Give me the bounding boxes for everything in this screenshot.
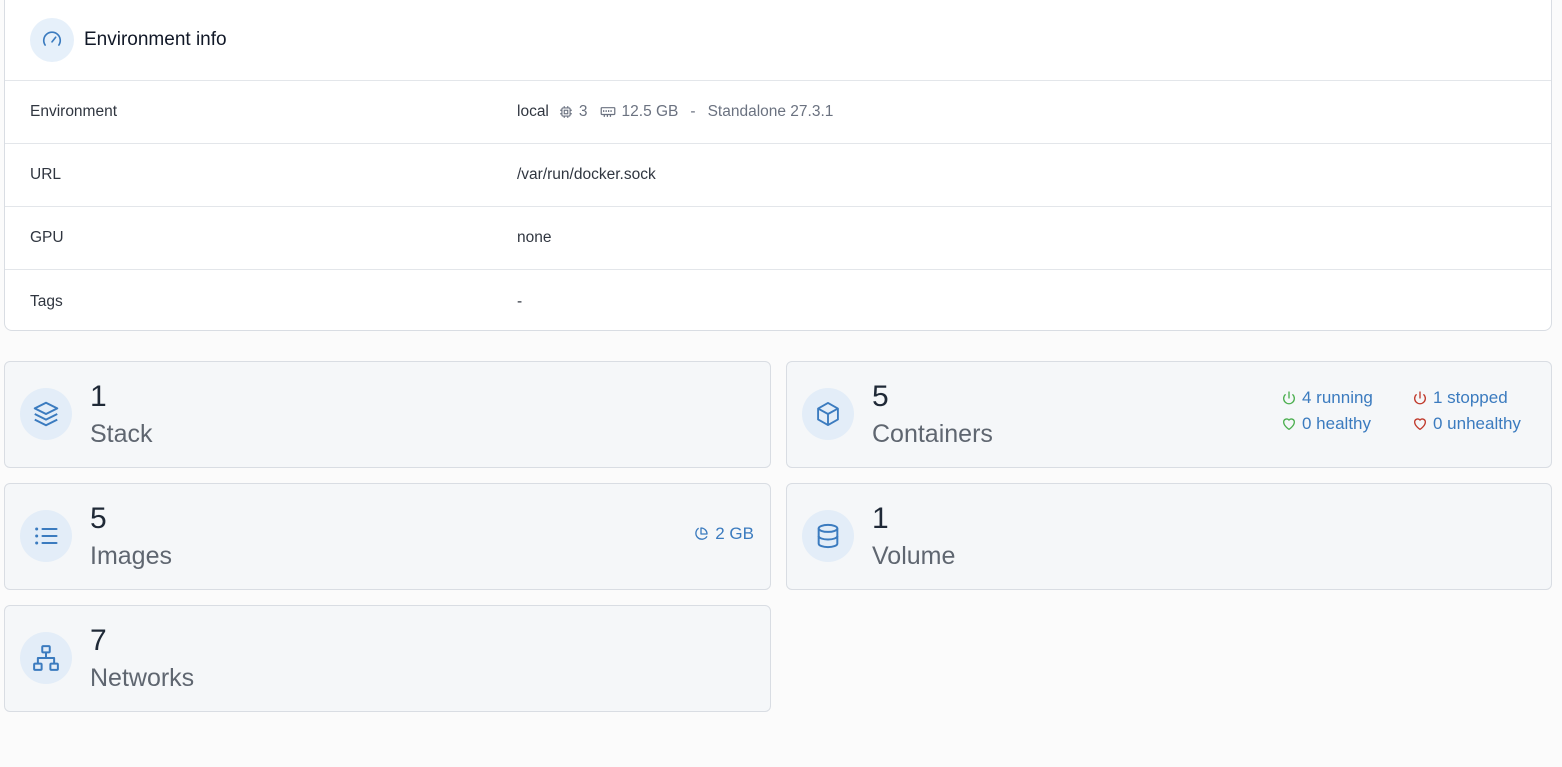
running-status: 4 running xyxy=(1281,388,1412,408)
environment-row: Environment local 3 12.5 GB - Standalone… xyxy=(5,81,1551,144)
database-icon xyxy=(802,510,854,562)
stack-count: 1 xyxy=(90,380,107,413)
stopped-status: 1 stopped xyxy=(1412,388,1542,408)
environment-separator: - xyxy=(690,103,696,120)
healthy-count: 0 healthy xyxy=(1302,414,1371,433)
stack-label: Stack xyxy=(90,420,153,448)
engine-version: Standalone 27.3.1 xyxy=(707,103,834,120)
gpu-value: none xyxy=(517,229,552,246)
box-icon xyxy=(802,388,854,440)
environment-info-header: Environment info xyxy=(5,0,1551,81)
cpu-icon xyxy=(559,105,573,119)
heart-unhealthy-icon xyxy=(1412,416,1428,432)
power-running-icon xyxy=(1281,390,1297,406)
gpu-row: GPU none xyxy=(5,207,1551,270)
unhealthy-status: 0 unhealthy xyxy=(1412,414,1542,434)
environment-info-panel: Environment info Environment local 3 12.… xyxy=(4,0,1552,331)
tags-row: Tags - xyxy=(5,270,1551,333)
gauge-icon xyxy=(30,17,74,62)
memory-amount: 12.5 GB xyxy=(621,103,679,120)
images-count: 5 xyxy=(90,502,107,535)
url-value: /var/run/docker.sock xyxy=(517,166,656,183)
url-label: URL xyxy=(30,166,62,183)
environment-label: Environment xyxy=(30,103,118,120)
volume-card[interactable]: 1 Volume xyxy=(786,483,1552,590)
images-label: Images xyxy=(90,542,172,570)
containers-count: 5 xyxy=(872,380,889,413)
memory-icon xyxy=(600,105,616,119)
power-stopped-icon xyxy=(1412,390,1428,406)
environment-name: local xyxy=(517,103,549,120)
networks-count: 7 xyxy=(90,624,107,657)
gpu-label: GPU xyxy=(30,229,64,246)
tags-value: - xyxy=(517,292,523,310)
containers-label: Containers xyxy=(872,420,993,448)
containers-card[interactable]: 5 Containers 4 running 1 stopped 0 healt… xyxy=(786,361,1552,468)
url-row: URL /var/run/docker.sock xyxy=(5,144,1551,207)
environment-value: local 3 12.5 GB - Standalone 27.3.1 xyxy=(517,103,833,121)
cpu-count: 3 xyxy=(578,103,588,120)
stack-card[interactable]: 1 Stack xyxy=(4,361,771,468)
volume-label: Volume xyxy=(872,542,956,570)
layers-icon xyxy=(20,388,72,440)
stopped-count: 1 stopped xyxy=(1433,388,1508,407)
tags-label: Tags xyxy=(30,292,63,310)
list-icon xyxy=(20,510,72,562)
network-icon xyxy=(20,632,72,684)
unhealthy-count: 0 unhealthy xyxy=(1433,414,1521,433)
heart-healthy-icon xyxy=(1281,416,1297,432)
volume-count: 1 xyxy=(872,502,889,535)
pie-chart-icon xyxy=(693,526,709,542)
images-card[interactable]: 5 Images 2 GB xyxy=(4,483,771,590)
container-status-summary: 4 running 1 stopped 0 healthy 0 unhealth… xyxy=(1281,388,1542,434)
networks-label: Networks xyxy=(90,664,195,692)
networks-card[interactable]: 7 Networks xyxy=(4,605,771,712)
running-count: 4 running xyxy=(1302,388,1373,407)
images-size-value: 2 GB xyxy=(715,524,754,543)
healthy-status: 0 healthy xyxy=(1281,414,1412,434)
environment-info-title: Environment info xyxy=(84,28,227,50)
images-size: 2 GB xyxy=(693,524,754,544)
